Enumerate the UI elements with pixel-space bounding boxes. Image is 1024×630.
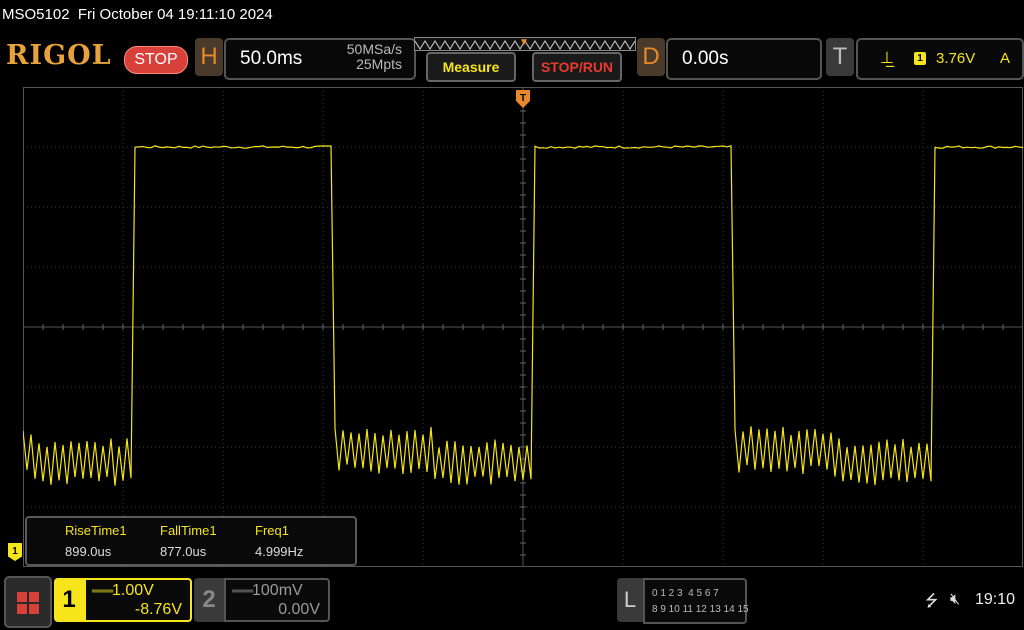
acquisition-info: 50MSa/s 25Mpts <box>347 42 402 72</box>
horizontal-settings[interactable]: 50.0ms 50MSa/s 25Mpts <box>224 38 416 80</box>
measurement-fall-time: FallTime1 877.0us <box>160 523 217 559</box>
channel-1-tile[interactable]: 1 <box>54 578 84 622</box>
channel-1-settings[interactable]: ═══ 1.00V -8.76V <box>84 578 192 622</box>
channel-1-offset: -8.76V <box>134 601 182 618</box>
measure-button[interactable]: Measure <box>426 52 516 82</box>
datetime: Fri October 04 19:11:10 2024 <box>77 6 273 23</box>
trigger-tile[interactable]: T <box>826 38 854 76</box>
system-clock: 19:10 <box>975 591 1016 608</box>
timebase-value: 50.0ms <box>240 48 303 69</box>
trigger-source-badge: 1 <box>914 52 926 65</box>
measurement-value: 4.999Hz <box>255 544 304 559</box>
delay-tile[interactable]: D <box>637 38 665 76</box>
delay-settings[interactable]: 0.00s <box>666 38 822 80</box>
logic-channels-row-1: 0 1 2 3 4 5 6 7 <box>652 588 719 599</box>
trigger-settings[interactable]: ⊥̲ 1 3.76V A <box>856 38 1024 80</box>
menu-grid-icon <box>17 592 39 614</box>
trigger-time-marker: T <box>516 90 530 108</box>
channel-2-settings[interactable]: ═══ 100mV 0.00V <box>224 578 330 622</box>
model-name: MSO5102 <box>2 6 70 23</box>
measurement-name: RiseTime1 <box>65 523 127 538</box>
memory-depth: 25Mpts <box>356 56 402 72</box>
logic-analyzer-channels[interactable]: 0 1 2 3 4 5 6 7 8 9 10 11 12 13 14 15 <box>643 578 749 624</box>
trigger-position-marker: ▼ <box>519 37 529 48</box>
measurement-rise-time: RiseTime1 899.0us <box>65 523 127 559</box>
delay-value: 0.00s <box>682 48 729 69</box>
measurement-name: FallTime1 <box>160 523 217 538</box>
channel-2-offset: 0.00V <box>278 601 320 618</box>
measurement-value: 877.0us <box>160 544 207 559</box>
run-state-badge[interactable]: STOP <box>124 46 188 74</box>
stop-run-button[interactable]: STOP/RUN <box>532 52 622 82</box>
dc-coupling-icon: ═══ <box>232 586 254 597</box>
logic-channels-row-2: 8 9 10 11 12 13 14 15 <box>652 604 749 615</box>
measurement-name: Freq1 <box>255 523 289 538</box>
graticule <box>23 87 1023 567</box>
channel-2-scale: 100mV <box>252 582 303 599</box>
horizontal-tile[interactable]: H <box>195 38 223 76</box>
sound-muted-icon[interactable]: 🔇︎ <box>950 591 960 609</box>
sample-rate: 50MSa/s <box>346 41 402 57</box>
usb-icon: ⭍ <box>925 593 939 610</box>
dc-coupling-icon: ═══ <box>92 586 114 597</box>
status-line: MSO5102 Fri October 04 19:11:10 2024 <box>2 6 273 23</box>
svg-text:T: T <box>520 93 526 104</box>
trigger-mode: A <box>999 50 1010 67</box>
trigger-position-bar: ▼ <box>414 37 636 51</box>
measurement-panel[interactable]: RiseTime1 899.0us FallTime1 877.0us Freq… <box>25 516 357 566</box>
rising-edge-icon: ⊥̲ <box>880 50 894 67</box>
rigol-logo: RIGOL <box>6 40 112 71</box>
channel-1-scale: 1.00V <box>112 582 154 599</box>
measurement-frequency: Freq1 4.999Hz <box>255 523 303 559</box>
logic-analyzer-tile[interactable]: L <box>617 578 643 622</box>
channel-1-offset-marker[interactable]: 1 <box>8 543 22 561</box>
measurement-value: 899.0us <box>65 544 112 559</box>
waveform-display[interactable] <box>23 87 1023 567</box>
trigger-level: 3.76V <box>936 50 976 67</box>
channel-2-tile[interactable]: 2 <box>194 578 224 622</box>
main-menu-button[interactable] <box>4 576 52 628</box>
